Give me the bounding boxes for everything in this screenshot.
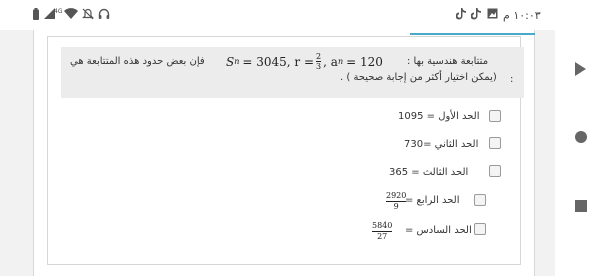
formula-a-symbol: , a: [323, 54, 338, 69]
formula-r-denominator: 3: [316, 62, 322, 71]
formula-s-symbol: S: [226, 54, 235, 69]
option-4-label: الحد الرابع =: [405, 195, 460, 206]
option-5-label: الحد السادس =: [405, 225, 472, 236]
question-note: (يمكن اختيار أكثر من إجابة صحيحة ) .: [340, 72, 497, 83]
question-colon: :: [510, 74, 514, 85]
option-1-checkbox[interactable]: [489, 110, 501, 122]
signal-icon: [44, 8, 55, 23]
option-1-label: الحد الأول = 1095: [398, 111, 480, 122]
option-5-checkbox[interactable]: [474, 223, 486, 235]
option-2-checkbox[interactable]: [489, 137, 501, 149]
home-icon[interactable]: [575, 131, 587, 143]
option-5-fraction: 5840 27: [372, 221, 393, 242]
status-time: ١٠:٠٣ م: [503, 9, 541, 22]
option-4-numerator: 2920: [386, 191, 407, 200]
battery-icon: [33, 8, 39, 24]
tiktok-icon: [455, 8, 466, 24]
formula-r-numerator: 2: [316, 52, 322, 61]
option-5-denominator: 27: [377, 232, 388, 241]
option-3-label: الحد الثالث = 365: [389, 167, 469, 178]
image-icon: [487, 8, 498, 23]
formula-a-sub: n: [337, 57, 344, 66]
option-4-denominator: 9: [393, 202, 399, 211]
formula-s-value: = 3045, r =: [242, 54, 315, 69]
option-4-fraction: 2920 9: [386, 191, 407, 212]
network-type-label: 4G: [54, 8, 63, 15]
formula-s-sub: n: [234, 57, 240, 66]
question-suffix-text: فإن بعض حدود هذه المتتابعة هي: [70, 56, 205, 67]
question-intro-text: متتابعة هندسية بها :: [407, 56, 489, 67]
formula-a-value: = 120: [346, 54, 383, 69]
headset-icon: [98, 8, 110, 24]
mute-icon: [82, 8, 94, 24]
wifi-icon: [64, 8, 78, 23]
formula-r-fraction: 2 3: [316, 52, 322, 71]
option-4-checkbox[interactable]: [474, 194, 486, 206]
question-formula: Sn = 3045, r = 2 3 , an = 120: [226, 52, 383, 71]
tiktok-icon: [470, 8, 481, 24]
back-icon[interactable]: [575, 62, 586, 76]
option-3-checkbox[interactable]: [489, 165, 501, 177]
active-tab-indicator: [410, 33, 535, 35]
option-2-label: الحد الثاني =730: [404, 139, 479, 150]
option-5-numerator: 5840: [372, 221, 393, 230]
recent-apps-icon[interactable]: [575, 200, 587, 212]
